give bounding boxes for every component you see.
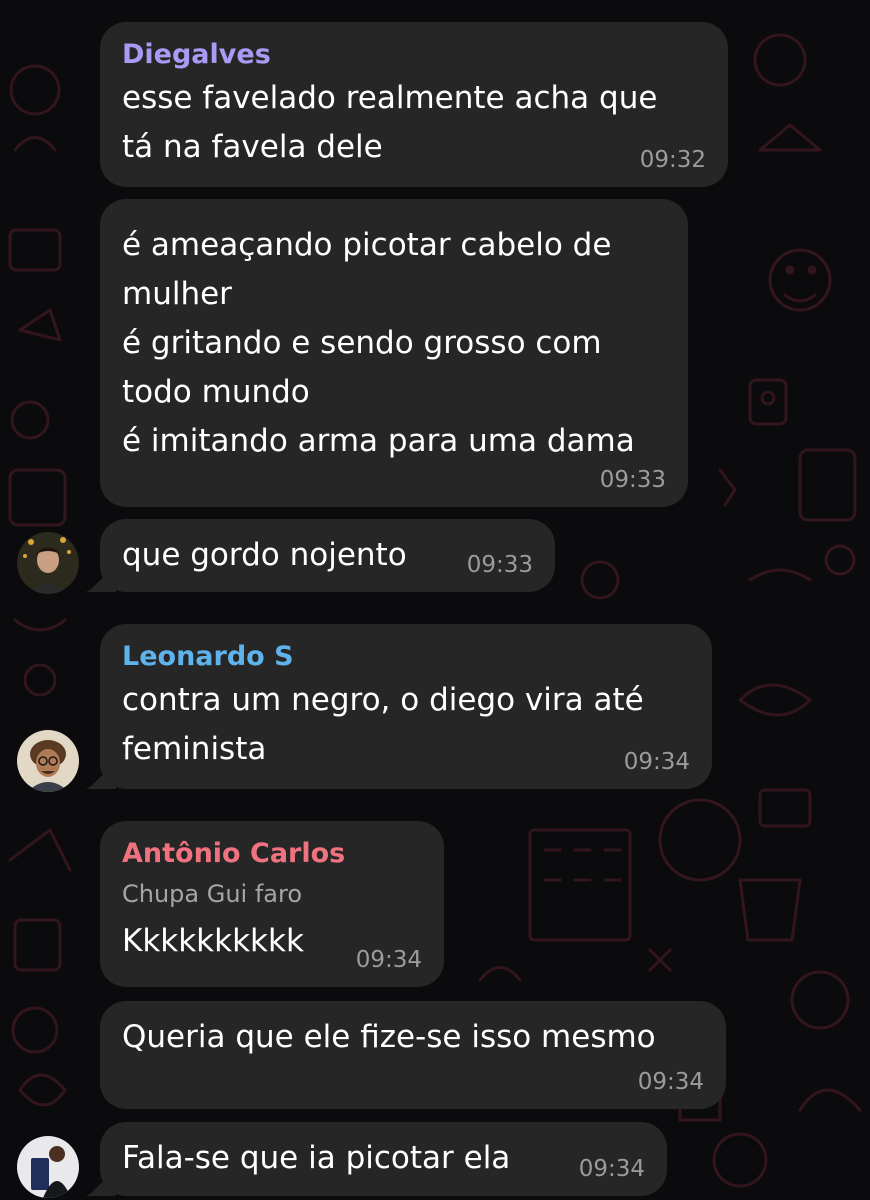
- sender-name[interactable]: Antônio Carlos: [122, 835, 420, 873]
- message-bubble[interactable]: Queria que ele fize-se isso mesmo 09:34: [100, 1001, 726, 1109]
- message-text: Queria que ele fize-se isso mesmo: [122, 1019, 656, 1055]
- message-text: esse favelado realmente acha que tá na f…: [122, 80, 658, 165]
- message-time: 09:33: [599, 467, 666, 493]
- message-text: é ameaçando picotar cabelo de mulher é g…: [122, 227, 635, 459]
- message-bubble[interactable]: Fala-se que ia picotar ela 09:34: [100, 1122, 667, 1196]
- message-time: 09:34: [637, 1069, 704, 1095]
- sender-name[interactable]: Leonardo S: [122, 638, 688, 676]
- message-time: 09:33: [466, 552, 533, 578]
- message-time: 09:34: [623, 749, 690, 775]
- sender-name[interactable]: Diegalves: [122, 36, 704, 74]
- message-bubble[interactable]: que gordo nojento 09:33: [100, 519, 555, 592]
- message-bubble[interactable]: Diegalves esse favelado realmente acha q…: [100, 22, 728, 187]
- message-bubble[interactable]: Leonardo S contra um negro, o diego vira…: [100, 624, 712, 789]
- message-text: Fala-se que ia picotar ela: [122, 1140, 511, 1176]
- reply-preview[interactable]: Chupa Gui faro: [122, 877, 420, 911]
- user-avatar-1[interactable]: [17, 532, 79, 594]
- message-time: 09:34: [355, 947, 422, 973]
- message-text: contra um negro, o diego vira até femini…: [122, 682, 644, 767]
- message-bubble[interactable]: Antônio Carlos Chupa Gui faro Kkkkkkkkkk…: [100, 821, 444, 987]
- user-avatar-3[interactable]: [17, 1136, 79, 1198]
- message-time: 09:34: [578, 1156, 645, 1182]
- message-time: 09:32: [639, 147, 706, 173]
- message-text: que gordo nojento: [122, 537, 407, 573]
- user-avatar-2[interactable]: [17, 730, 79, 792]
- message-bubble[interactable]: é ameaçando picotar cabelo de mulher é g…: [100, 199, 688, 507]
